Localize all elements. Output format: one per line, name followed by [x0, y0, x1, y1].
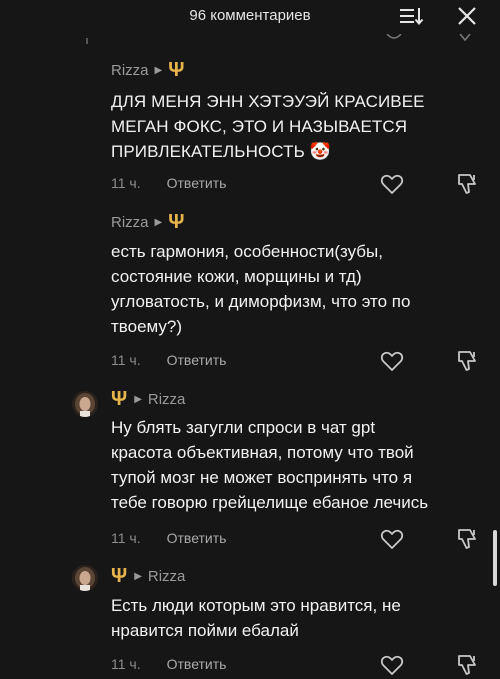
reply-arrow-icon: ▶	[154, 64, 163, 76]
comment-text: ДЛЯ МЕНЯ ЭНН ХЭТЭУЭЙ КРАСИВЕЕ МЕГАН ФОКС…	[111, 89, 425, 164]
reply-arrow-icon: ▶	[134, 570, 142, 582]
dislike-icon[interactable]	[455, 172, 479, 196]
reply-to-username[interactable]: Rizza	[148, 568, 186, 585]
comment-text-line: тебе говорю грейцелище ебаное лечись	[111, 493, 429, 512]
comment-text: есть гармония, особенности(зубы, состоян…	[111, 239, 410, 339]
comment-text-line: состояние кожи, морщины и тд)	[111, 267, 362, 286]
comment-text-line: есть гармония, особенности(зубы,	[111, 242, 383, 261]
reply-button[interactable]: Ответить	[167, 175, 227, 191]
thread-dot	[86, 38, 88, 44]
comment-time: 11 ч.	[111, 656, 141, 672]
comments-header: 96 комментариев	[0, 0, 500, 32]
comment-text: Ну блять загугли спроси в чат gpt красот…	[111, 415, 428, 515]
like-heart-icon[interactable]	[380, 527, 404, 551]
comment-text-line: твоему?)	[111, 317, 183, 336]
reply-arrow-icon: ▶	[154, 216, 163, 228]
previous-like-icon-partial	[386, 34, 402, 39]
like-heart-icon[interactable]	[380, 172, 404, 196]
comment-text-line: тупой мозг не может воспринять что я	[111, 468, 413, 487]
comment-text-line: МЕГАН ФОКС, ЭТО И НАЗЫВАЕТСЯ	[111, 117, 408, 136]
comment-text-line: угловатость, и диморфизм, что это по	[111, 292, 411, 311]
scrollbar[interactable]	[493, 530, 497, 586]
comment-text: Есть люди которым это нравится, не нрави…	[111, 593, 401, 643]
comment-time: 11 ч.	[111, 352, 141, 368]
previous-dislike-icon-partial	[459, 34, 471, 42]
like-heart-icon[interactable]	[380, 349, 404, 373]
comment-username[interactable]: Rizza	[111, 62, 149, 79]
reply-arrow-icon: ▶	[134, 393, 142, 405]
dislike-icon[interactable]	[455, 527, 479, 551]
comment-text-line: нравится пойми ебалай	[111, 621, 299, 640]
trident-icon: Ψ	[168, 59, 185, 81]
dislike-icon[interactable]	[455, 349, 479, 373]
comment-username[interactable]: Rizza	[111, 214, 149, 231]
comment-time: 11 ч.	[111, 175, 141, 191]
avatar[interactable]	[72, 565, 98, 591]
trident-icon: Ψ	[111, 388, 128, 410]
avatar[interactable]	[72, 391, 98, 417]
trident-icon: Ψ	[111, 565, 128, 587]
comment-text-line: красота объективная, потому что твой	[111, 443, 414, 462]
comment-text-line: Есть люди которым это нравится, не	[111, 596, 401, 615]
close-icon[interactable]	[456, 5, 478, 27]
reply-button[interactable]: Ответить	[167, 656, 227, 672]
dislike-icon[interactable]	[455, 653, 479, 677]
reply-button[interactable]: Ответить	[167, 530, 227, 546]
comment-text-line: Ну блять загугли спроси в чат gpt	[111, 418, 376, 437]
reply-to-username[interactable]: Rizza	[148, 391, 186, 408]
like-heart-icon[interactable]	[380, 653, 404, 677]
reply-button[interactable]: Ответить	[167, 352, 227, 368]
comment-text-line: ДЛЯ МЕНЯ ЭНН ХЭТЭУЭЙ КРАСИВЕЕ	[111, 92, 425, 111]
comments-count-title: 96 комментариев	[189, 7, 311, 24]
sort-icon[interactable]	[398, 6, 424, 26]
comment-time: 11 ч.	[111, 530, 141, 546]
trident-icon: Ψ	[168, 211, 185, 233]
comment-text-line: ПРИВЛЕКАТЕЛЬНОСТЬ 🤡	[111, 142, 331, 161]
